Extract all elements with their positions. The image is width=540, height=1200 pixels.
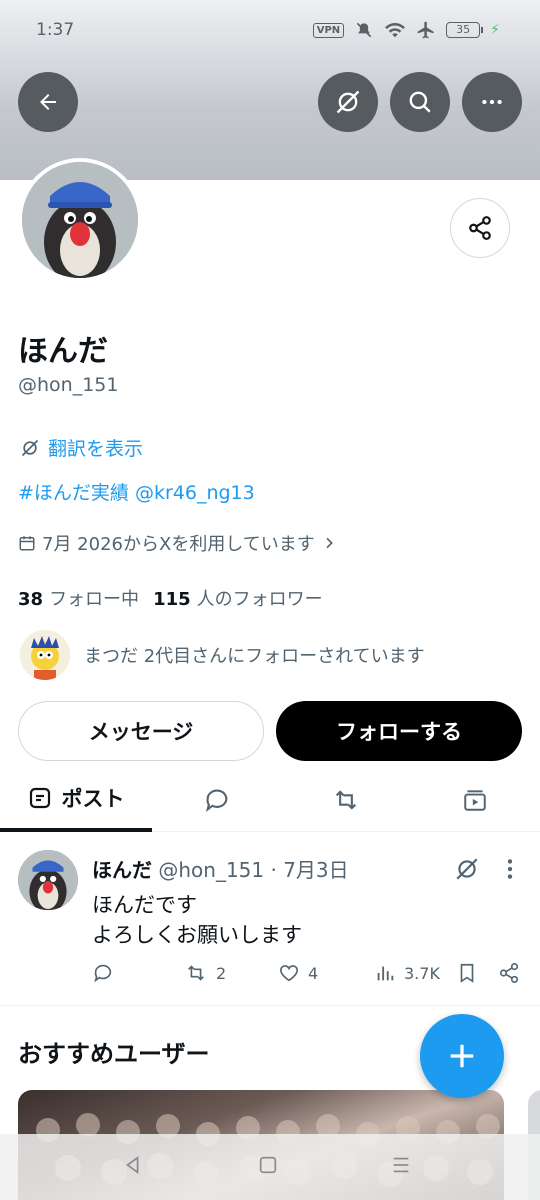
followed-by-label: まつだ 2代目さんにフォローされています [84, 646, 425, 667]
following-link[interactable]: 38 フォロー中 [18, 585, 139, 611]
back-arrow-icon [40, 94, 56, 110]
followed-by-row[interactable]: まつだ 2代目さんにフォローされています [20, 630, 425, 680]
translate-toggle-button[interactable] [318, 72, 378, 132]
follower-avatar [20, 630, 70, 680]
post-header: ほんだ @hon_151 · 7月3日 [92, 854, 349, 883]
media-icon [464, 790, 486, 811]
follow-counts: 38 フォロー中 115 人のフォロワー [18, 585, 323, 611]
nav-home-icon[interactable] [257, 1154, 279, 1176]
analytics-icon [377, 966, 394, 981]
joined-label: 7月 2026からXを利用しています [42, 534, 315, 555]
post-icon [29, 787, 50, 809]
post-more-icon[interactable] [500, 856, 520, 882]
repost-count: 2 [216, 963, 227, 983]
follow-button[interactable]: フォローする [276, 701, 522, 761]
grok-icon[interactable] [454, 856, 480, 882]
profile-handle: @hon_151 [18, 374, 119, 396]
view-count: 3.7K [404, 963, 440, 983]
following-label: フォロー中 [49, 589, 140, 610]
profile-avatar[interactable] [18, 158, 142, 282]
bookmark-button[interactable] [456, 962, 478, 984]
post-share-button[interactable] [498, 962, 520, 984]
battery-icon: 35 [446, 22, 484, 38]
bookmark-icon [460, 963, 474, 983]
nav-back-icon[interactable] [122, 1154, 144, 1176]
reply-button[interactable] [92, 962, 114, 984]
mute-icon [356, 22, 372, 38]
system-nav-bar [0, 1134, 540, 1200]
compose-button[interactable] [420, 1014, 504, 1098]
share-icon [499, 963, 519, 983]
tab-reposts[interactable] [282, 768, 410, 832]
wifi-icon [385, 22, 406, 38]
post-actions: 2 4 3.7K [92, 962, 522, 992]
followers-count: 115 [153, 589, 191, 610]
tab-media[interactable] [410, 768, 540, 832]
more-button[interactable] [462, 72, 522, 132]
following-count: 38 [18, 589, 44, 610]
followers-link[interactable]: 115 人のフォロワー [153, 585, 323, 611]
profile-name: ほんだ [18, 334, 108, 369]
more-icon [482, 99, 502, 105]
airplane-icon [417, 21, 434, 39]
search-button[interactable] [390, 72, 450, 132]
joined-date[interactable]: 7月 2026からXを利用しています [18, 530, 337, 556]
recommendations-title: おすすめユーザー [18, 1040, 210, 1068]
vpn-icon: VPN [312, 22, 345, 38]
reply-icon [205, 789, 228, 812]
post-line: よろしくお願いします [92, 923, 302, 947]
retweet-icon [335, 790, 357, 810]
views-button[interactable]: 3.7K [374, 962, 440, 984]
nav-menu-icon[interactable] [390, 1154, 412, 1176]
status-icons: VPN 35 ⚡ [312, 20, 500, 40]
like-button[interactable]: 4 [278, 962, 318, 984]
status-time: 1:37 [36, 20, 75, 40]
retweet-icon [188, 965, 204, 981]
tab-replies[interactable] [152, 768, 282, 832]
share-profile-button[interactable] [450, 198, 510, 258]
profile-bio[interactable]: #ほんだ実績 @kr46_ng13 [18, 478, 255, 505]
post-author-name: ほんだ [92, 858, 152, 882]
grok-icon [336, 90, 360, 114]
repost-button[interactable]: 2 [184, 962, 226, 984]
tab-posts-label: ポスト [61, 787, 125, 811]
post-handle-date: @hon_151 · 7月3日 [158, 858, 349, 882]
like-count: 4 [308, 963, 319, 983]
plus-icon [450, 1044, 474, 1068]
reply-icon [94, 964, 112, 983]
calendar-icon [19, 536, 35, 551]
post-avatar[interactable] [18, 850, 78, 910]
share-icon [469, 216, 491, 240]
post-line: ほんだです [92, 893, 197, 917]
status-bar: 1:37 VPN 35 ⚡ [0, 0, 540, 62]
search-icon [409, 91, 431, 113]
tab-posts[interactable]: ポスト [0, 768, 152, 832]
followers-label: 人のフォロワー [196, 589, 323, 610]
translate-bio-link[interactable]: 翻訳を表示 [20, 434, 143, 461]
grok-icon [21, 439, 39, 456]
chevron-right-icon [326, 537, 333, 549]
translate-label: 翻訳を表示 [48, 438, 144, 460]
charging-icon: ⚡ [490, 22, 500, 38]
post-text: ほんだです よろしくお願いします [92, 890, 302, 950]
post-item[interactable]: ほんだ @hon_151 · 7月3日 ほんだです よろしくお願いします 2 4… [0, 834, 540, 1006]
back-button[interactable] [18, 72, 78, 132]
profile-tabs: ポスト [0, 768, 540, 832]
message-button[interactable]: メッセージ [18, 701, 264, 761]
heart-icon [279, 965, 299, 982]
avatar-image [22, 162, 138, 278]
